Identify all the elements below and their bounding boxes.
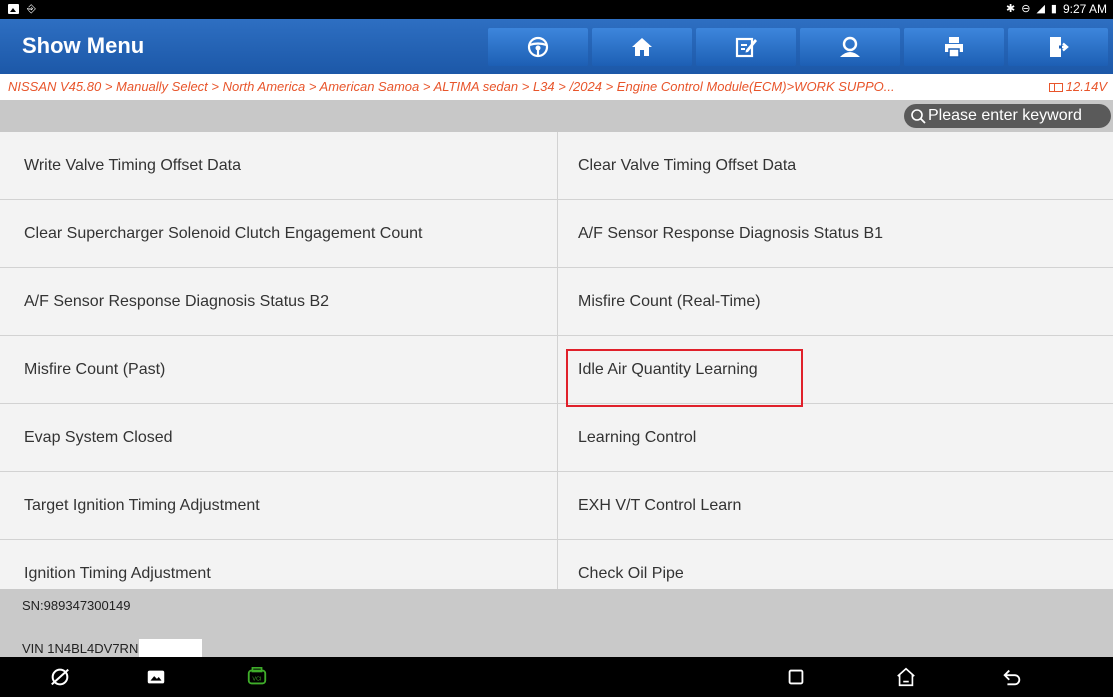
steering-wheel-icon — [527, 36, 549, 58]
status-bar: ⎆ ✱ ⊖ ◢ ▮ 9:27 AM — [0, 0, 1113, 19]
edit-button[interactable] — [696, 28, 796, 66]
menu-item-label: Ignition Timing Adjustment — [24, 564, 211, 582]
menu-item-label: A/F Sensor Response Diagnosis Status B2 — [24, 292, 330, 310]
menu-item-target-ignition-timing-adjustment[interactable]: Target Ignition Timing Adjustment — [0, 472, 558, 540]
menu-item-label: Misfire Count (Past) — [24, 360, 166, 378]
menu-item-check-oil-pipe[interactable]: Check Oil Pipe — [558, 540, 1113, 589]
menu-item-clear-supercharger-clutch-count[interactable]: Clear Supercharger Solenoid Clutch Engag… — [0, 200, 558, 268]
recents-icon — [788, 669, 804, 685]
page-title: Show Menu — [22, 33, 145, 58]
print-icon — [945, 37, 963, 58]
vin-redaction — [139, 639, 203, 657]
back-icon — [1003, 669, 1021, 686]
edit-icon — [735, 37, 757, 58]
browser-button[interactable] — [48, 665, 72, 689]
battery-icon: ▮ — [1050, 3, 1057, 15]
menu-item-label: Learning Control — [578, 428, 697, 446]
system-nav-bar: VCI — [0, 657, 1113, 697]
search-box[interactable] — [904, 104, 1111, 128]
menu-item-ignition-timing-adjustment[interactable]: Ignition Timing Adjustment — [0, 540, 558, 589]
serial-number: SN:989347300149 — [22, 598, 131, 613]
steering-wheel-button[interactable] — [488, 28, 588, 66]
menu-item-af-sensor-response-b1[interactable]: A/F Sensor Response Diagnosis Status B1 — [558, 200, 1113, 268]
vehicle-info-footer: SN:989347300149 VIN 1N4BL4DV7RN — [0, 589, 1113, 657]
user-button[interactable] — [800, 28, 900, 66]
signal-icon: ◢ — [1036, 3, 1045, 15]
vin-row: VIN 1N4BL4DV7RN — [22, 639, 203, 657]
menu-item-label: Clear Valve Timing Offset Data — [578, 156, 797, 174]
bluetooth-icon: ✱ — [1006, 3, 1016, 15]
car-battery-icon — [1048, 82, 1063, 92]
menu-item-evap-system-closed[interactable]: Evap System Closed — [0, 404, 558, 472]
menu-item-label: EXH V/T Control Learn — [578, 496, 742, 514]
home-icon — [632, 38, 652, 56]
exit-icon — [1050, 37, 1069, 57]
menu-item-label: Target Ignition Timing Adjustment — [24, 496, 260, 514]
home-nav-icon — [897, 667, 915, 687]
vci-button[interactable]: VCI — [245, 665, 269, 689]
print-button[interactable] — [904, 28, 1004, 66]
title-bar: Show Menu — [0, 19, 1113, 74]
menu-item-learning-control[interactable]: Learning Control — [558, 404, 1113, 472]
menu-item-exh-vt-control-learn[interactable]: EXH V/T Control Learn — [558, 472, 1113, 540]
gallery-button[interactable] — [144, 665, 168, 689]
menu-item-label: Check Oil Pipe — [578, 564, 684, 582]
user-icon — [840, 36, 860, 57]
usb-icon: ⎆ — [27, 3, 36, 15]
voltage-value: 12.14V — [1065, 79, 1107, 94]
image-icon — [8, 4, 19, 14]
home-button[interactable] — [592, 28, 692, 66]
menu-item-label: Misfire Count (Real-Time) — [578, 292, 761, 310]
vci-label: VCI — [252, 677, 262, 683]
menu-item-label: Clear Supercharger Solenoid Clutch Engag… — [24, 224, 423, 242]
menu-item-label: Idle Air Quantity Learning — [578, 360, 758, 378]
gallery-icon — [147, 670, 165, 684]
exit-button[interactable] — [1008, 28, 1108, 66]
recents-button[interactable] — [784, 665, 808, 689]
menu-item-clear-valve-timing-offset-data[interactable]: Clear Valve Timing Offset Data — [558, 132, 1113, 200]
vin-text: VIN 1N4BL4DV7RN — [22, 640, 139, 656]
search-input[interactable] — [926, 107, 1108, 125]
browser-icon — [51, 668, 69, 686]
menu-item-misfire-count-real-time[interactable]: Misfire Count (Real-Time) — [558, 268, 1113, 336]
search-bar — [0, 100, 1113, 132]
status-time: 9:27 AM — [1062, 2, 1107, 16]
breadcrumb-bar: NISSAN V45.80 > Manually Select > North … — [0, 74, 1113, 100]
search-icon — [911, 109, 926, 124]
menu-item-write-valve-timing-offset-data[interactable]: Write Valve Timing Offset Data — [0, 132, 558, 200]
breadcrumb: NISSAN V45.80 > Manually Select > North … — [8, 79, 895, 94]
menu-item-label: Evap System Closed — [24, 428, 173, 446]
menu-item-misfire-count-past[interactable]: Misfire Count (Past) — [0, 336, 558, 404]
menu-list[interactable]: Write Valve Timing Offset Data Clear Val… — [0, 132, 1113, 589]
home-nav-button[interactable] — [894, 665, 918, 689]
back-button[interactable] — [1000, 665, 1024, 689]
menu-item-label: A/F Sensor Response Diagnosis Status B1 — [578, 224, 884, 242]
menu-item-idle-air-quantity-learning[interactable]: Idle Air Quantity Learning — [558, 336, 1113, 404]
dnd-icon: ⊖ — [1021, 3, 1031, 15]
voltage-indicator: 12.14V — [1048, 74, 1107, 100]
menu-item-label: Write Valve Timing Offset Data — [24, 156, 241, 174]
vci-icon: VCI — [247, 667, 267, 685]
menu-item-af-sensor-response-b2[interactable]: A/F Sensor Response Diagnosis Status B2 — [0, 268, 558, 336]
